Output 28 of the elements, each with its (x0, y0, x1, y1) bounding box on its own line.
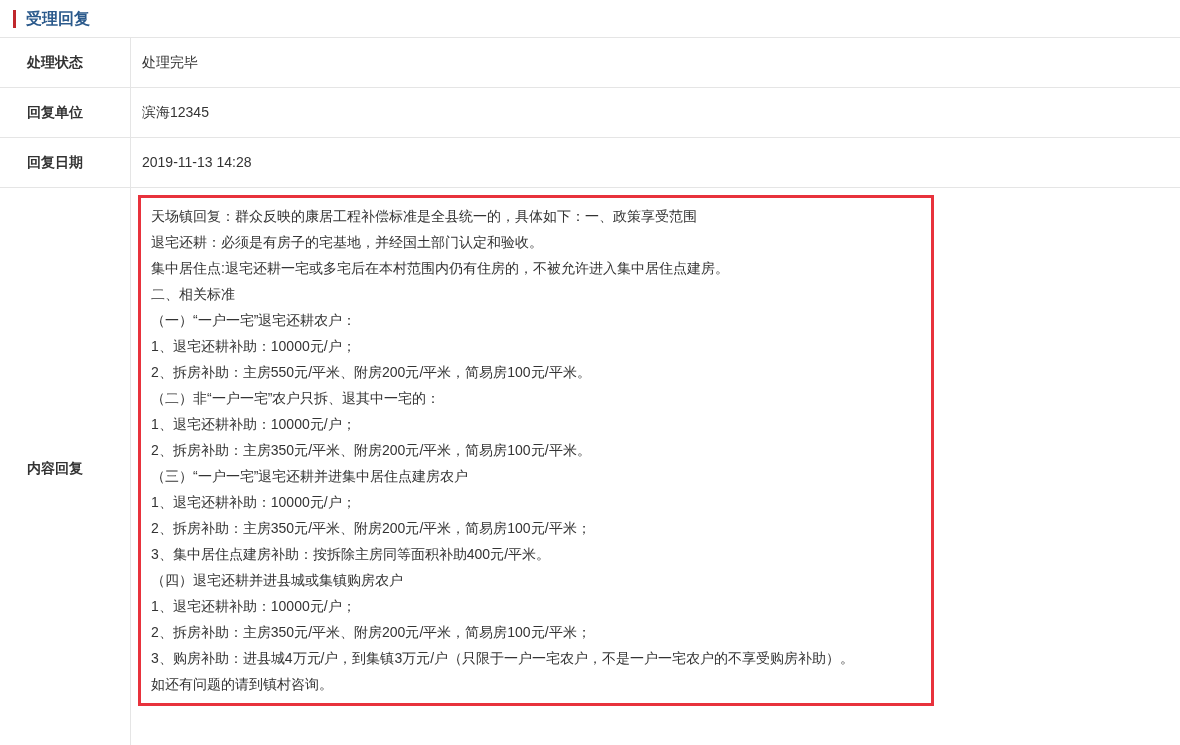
reply-text-line: 2、拆房补助：主房350元/平米、附房200元/平米，简易房100元/平米； (151, 519, 592, 538)
field-value: 2019-11-13 14:28 (142, 153, 252, 172)
reply-text-line: （一）“一户一宅”退宅还耕农户： (151, 311, 358, 330)
reply-text-line: （三）“一户一宅”退宅还耕并进集中居住点建房农户 (151, 467, 470, 486)
section-title: 受理回复 (26, 8, 90, 29)
field-value: 处理完毕 (142, 53, 198, 72)
field-label: 处理状态 (27, 53, 83, 72)
field-label: 回复日期 (27, 153, 83, 172)
field-value: 滨海12345 (142, 103, 209, 122)
accent-bar (13, 9, 16, 28)
reply-text-line: 1、退宅还耕补助：10000元/户； (151, 597, 357, 616)
reply-text-line: 退宅还耕：必须是有房子的宅基地，并经国土部门认定和验收。 (151, 233, 544, 252)
reply-text-line: 2、拆房补助：主房350元/平米、附房200元/平米，简易房100元/平米； (151, 623, 592, 642)
reply-text-line: 1、退宅还耕补助：10000元/户； (151, 493, 357, 512)
field-label: 回复单位 (27, 103, 83, 122)
field-label: 内容回复 (27, 458, 83, 478)
reply-text-line: （四）退宅还耕并进县城或集镇购房农户 (151, 571, 404, 590)
reply-text-line: 二、相关标准 (151, 285, 236, 304)
reply-text-line: 如还有问题的请到镇村咨询。 (151, 675, 334, 694)
reply-text-line: 2、拆房补助：主房350元/平米、附房200元/平米，简易房100元/平米。 (151, 441, 592, 460)
reply-text-line: 天场镇回复：群众反映的康居工程补偿标准是全县统一的，具体如下：一、政策享受范围 (151, 207, 698, 226)
reply-text-line: 集中居住点:退宅还耕一宅或多宅后在本村范围内仍有住房的，不被允许进入集中居住点建房。 (151, 259, 730, 278)
reply-text-line: 2、拆房补助：主房550元/平米、附房200元/平米，简易房100元/平米。 (151, 363, 592, 382)
reply-text-line: 1、退宅还耕补助：10000元/户； (151, 337, 357, 356)
reply-text-line: 3、购房补助：进县城4万元/户，到集镇3万元/户（只限于一户一宅农户，不是一户一宅农户的不享受购房补助）。 (151, 649, 856, 668)
reply-text-line: 1、退宅还耕补助：10000元/户； (151, 415, 357, 434)
reply-text-line: （二）非“一户一宅”农户只拆、退其中一宅的： (151, 389, 442, 408)
reply-text-line: 3、集中居住点建房补助：按拆除主房同等面积补助400元/平米。 (151, 545, 552, 564)
